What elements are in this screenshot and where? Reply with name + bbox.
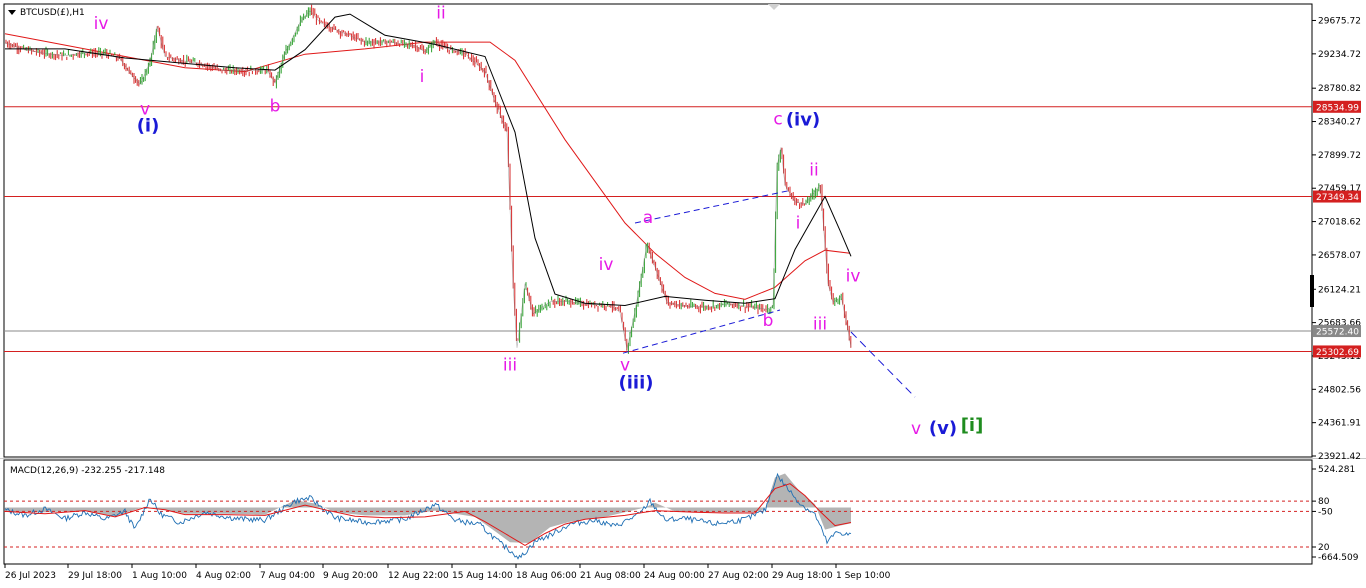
wave-label[interactable]: v — [911, 419, 921, 439]
wave-label[interactable]: (iii) — [619, 373, 654, 394]
macd-y-tick-label: -50 — [1318, 507, 1333, 517]
x-tick-label: 4 Aug 02:00 — [196, 571, 251, 581]
x-tick-label: 15 Aug 14:00 — [452, 571, 513, 581]
macd-title: MACD(12,26,9) -232.255 -217.148 — [10, 466, 165, 476]
wave-label[interactable]: (i) — [137, 115, 160, 136]
scale-handle[interactable] — [1310, 275, 1314, 307]
y-tick-label: 29234.72 — [1318, 50, 1361, 60]
price-line-label: 27349.34 — [1316, 193, 1359, 203]
x-tick-label: 1 Aug 10:00 — [132, 571, 187, 581]
wave-label[interactable]: iv — [94, 14, 109, 34]
wave-label[interactable]: iv — [599, 255, 614, 275]
wave-label[interactable]: a — [643, 208, 653, 228]
wave-label[interactable]: i — [420, 67, 425, 87]
wave-label[interactable]: iv — [846, 266, 861, 286]
symbol-title: BTCUSD(£),H1 — [20, 8, 85, 18]
price-line-label: 28534.99 — [1316, 103, 1359, 113]
y-tick-label: 26578.07 — [1318, 251, 1361, 261]
main-chart-frame — [3, 3, 1313, 458]
x-tick-label: 29 Aug 18:00 — [772, 571, 833, 581]
x-tick-label: 26 Jul 2023 — [5, 571, 56, 581]
x-axis: 26 Jul 2023 29 Jul 18:00 1 Aug 10:00 4 Aug … — [4, 564, 891, 581]
wave-label[interactable]: ii — [436, 4, 445, 24]
wave-label[interactable]: c — [773, 110, 782, 130]
x-tick-label: 7 Aug 04:00 — [260, 571, 315, 581]
macd-y-tick-label: -664.509 — [1318, 553, 1359, 563]
x-tick-label: 18 Aug 06:00 — [516, 571, 577, 581]
price-line-label: 25302.69 — [1316, 348, 1359, 358]
wave-label[interactable]: (iv) — [786, 109, 820, 130]
x-tick-label: 24 Aug 00:00 — [644, 571, 705, 581]
y-tick-label: 29675.72 — [1318, 16, 1361, 26]
y-tick-label: 26124.21 — [1318, 285, 1361, 295]
wave-label[interactable]: b — [270, 97, 281, 117]
wave-label[interactable]: i — [796, 213, 801, 233]
x-tick-label: 21 Aug 08:00 — [580, 571, 641, 581]
wave-label[interactable]: b — [763, 311, 774, 331]
y-tick-label: 27899.72 — [1318, 151, 1361, 161]
x-tick-label: 1 Sep 10:00 — [836, 571, 891, 581]
y-tick-label: 24802.56 — [1318, 385, 1361, 395]
y-tick-label: 28340.27 — [1318, 118, 1361, 128]
x-tick-label: 12 Aug 22:00 — [388, 571, 449, 581]
y-tick-label: 28780.82 — [1318, 84, 1361, 94]
wave-label[interactable]: (v) — [929, 418, 957, 439]
wave-label[interactable]: iii — [813, 315, 827, 335]
axis-layer: 29675.72 29234.72 28780.82 28340.27 27899.72… — [1312, 16, 1361, 563]
x-tick-label: 27 Aug 02:00 — [708, 571, 769, 581]
y-tick-label: 27018.62 — [1318, 218, 1361, 228]
x-tick-label: 9 Aug 20:00 — [323, 571, 378, 581]
wave-label[interactable]: [i] — [961, 415, 984, 436]
price-line-label: 25572.40 — [1316, 328, 1359, 338]
macd-y-tick-label: 80 — [1318, 497, 1330, 507]
wave-label[interactable]: ii — [809, 160, 818, 180]
y-tick-label: 23921.42 — [1318, 452, 1361, 462]
x-tick-label: 29 Jul 18:00 — [68, 571, 122, 581]
chart: ivv(i)biiiiiiivav(iii)bc (iv)iiiiviiiv (v)… — [0, 3, 1366, 581]
macd-y-tick-label: 524.281 — [1318, 465, 1355, 475]
macd-y-tick-label: 20 — [1318, 543, 1330, 553]
wave-label[interactable]: iii — [503, 356, 517, 376]
y-tick-label: 24361.91 — [1318, 419, 1361, 429]
